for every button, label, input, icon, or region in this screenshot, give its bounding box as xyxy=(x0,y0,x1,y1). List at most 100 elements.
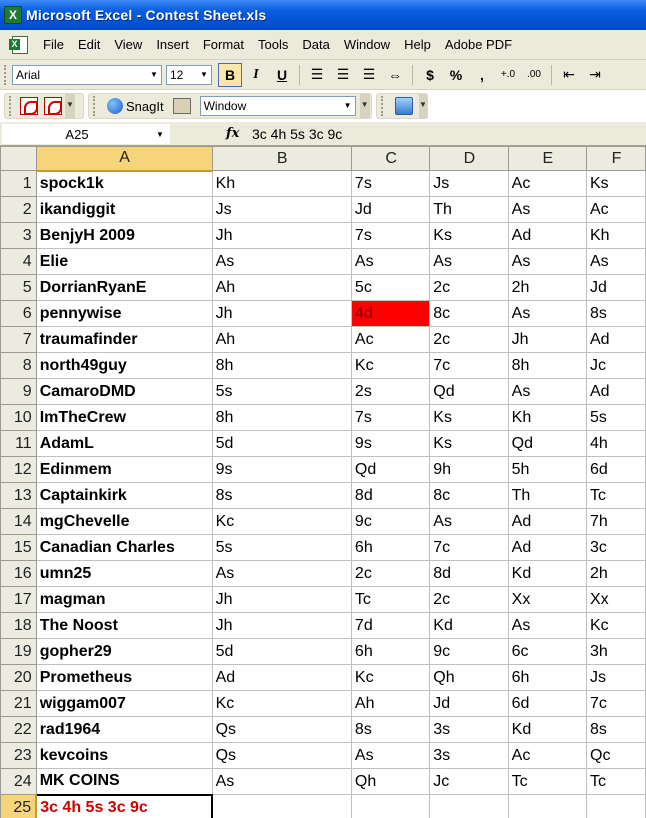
cell-d22[interactable]: 3s xyxy=(429,716,509,743)
cell-f11[interactable]: 4h xyxy=(586,430,646,457)
increase-indent-icon[interactable]: ⇥ xyxy=(583,63,607,87)
cell-c25[interactable] xyxy=(350,794,431,818)
cell-b6[interactable]: Jh xyxy=(211,300,352,327)
column-header-e[interactable]: E xyxy=(507,146,588,171)
cell-e2[interactable]: As xyxy=(507,196,588,223)
cell-d6[interactable]: 8c xyxy=(429,300,509,327)
menu-edit[interactable]: Edit xyxy=(71,34,107,56)
menu-tools[interactable]: Tools xyxy=(251,34,295,56)
cell-b12[interactable]: 9s xyxy=(211,456,352,483)
row-header[interactable]: 19 xyxy=(0,638,37,665)
cell-a16[interactable]: umn25 xyxy=(35,560,213,587)
underline-button[interactable]: U xyxy=(270,63,294,87)
menu-insert[interactable]: Insert xyxy=(149,34,196,56)
cell-f3[interactable]: Kh xyxy=(586,222,646,249)
cell-b3[interactable]: Jh xyxy=(211,222,352,249)
cell-a8[interactable]: north49guy xyxy=(35,352,213,379)
cell-c13[interactable]: 8d xyxy=(350,482,431,509)
row-header[interactable]: 24 xyxy=(0,768,37,795)
cell-a9[interactable]: CamaroDMD xyxy=(35,378,213,405)
cell-e15[interactable]: Ad xyxy=(507,534,588,561)
row-header[interactable]: 15 xyxy=(0,534,37,561)
snagit-icon[interactable] xyxy=(107,98,123,114)
row-header[interactable]: 20 xyxy=(0,664,37,691)
cell-a3[interactable]: BenjyH 2009 xyxy=(35,222,213,249)
cell-e11[interactable]: Qd xyxy=(507,430,588,457)
cell-a22[interactable]: rad1964 xyxy=(35,716,213,743)
toolbar-options-chevron-icon[interactable]: ▼ xyxy=(359,94,370,118)
font-size-combo[interactable]: 12 ▼ xyxy=(166,64,212,85)
network-icon[interactable] xyxy=(394,97,413,115)
cell-c21[interactable]: Ah xyxy=(350,690,431,717)
row-header[interactable]: 5 xyxy=(0,274,37,301)
row-header[interactable]: 22 xyxy=(0,716,37,743)
cell-f6[interactable]: 8s xyxy=(586,300,646,327)
cell-e22[interactable]: Kd xyxy=(507,716,588,743)
cell-c6[interactable]: 4d xyxy=(350,300,431,327)
toolbar-grip[interactable] xyxy=(93,96,97,116)
cell-d19[interactable]: 9c xyxy=(429,638,509,665)
cell-d18[interactable]: Kd xyxy=(429,612,509,639)
cell-c1[interactable]: 7s xyxy=(350,170,431,197)
cell-a4[interactable]: Elie xyxy=(35,248,213,275)
cell-b21[interactable]: Kc xyxy=(211,690,352,717)
cell-e23[interactable]: Ac xyxy=(507,742,588,769)
percent-button[interactable]: % xyxy=(444,63,468,87)
toolbar-grip[interactable] xyxy=(4,64,8,85)
cell-b1[interactable]: Kh xyxy=(211,170,352,197)
row-header[interactable]: 10 xyxy=(0,404,37,431)
cell-b8[interactable]: 8h xyxy=(211,352,352,379)
row-header[interactable]: 17 xyxy=(0,586,37,613)
cell-a5[interactable]: DorrianRyanE xyxy=(35,274,213,301)
cell-f13[interactable]: Tc xyxy=(586,482,646,509)
row-header[interactable]: 8 xyxy=(0,352,37,379)
cell-b7[interactable]: Ah xyxy=(211,326,352,353)
cell-f25[interactable] xyxy=(586,794,646,818)
cell-d12[interactable]: 9h xyxy=(429,456,509,483)
cell-c8[interactable]: Kc xyxy=(350,352,431,379)
decrease-decimal-icon[interactable]: .00 xyxy=(522,63,546,87)
cell-c18[interactable]: 7d xyxy=(350,612,431,639)
convert-and-email-pdf-icon[interactable] xyxy=(44,97,62,115)
cell-c5[interactable]: 5c xyxy=(350,274,431,301)
cell-e7[interactable]: Jh xyxy=(507,326,588,353)
cell-a7[interactable]: traumafinder xyxy=(35,326,213,353)
cell-e6[interactable]: As xyxy=(507,300,588,327)
align-center-icon[interactable]: ☰ xyxy=(331,63,355,87)
cell-b13[interactable]: 8s xyxy=(211,482,352,509)
cell-e12[interactable]: 5h xyxy=(507,456,588,483)
capture-icon[interactable] xyxy=(172,98,191,114)
cell-b15[interactable]: 5s xyxy=(211,534,352,561)
cell-b4[interactable]: As xyxy=(211,248,352,275)
cell-d3[interactable]: Ks xyxy=(429,222,509,249)
cell-d21[interactable]: Jd xyxy=(429,690,509,717)
cell-f14[interactable]: 7h xyxy=(586,508,646,535)
cell-b9[interactable]: 5s xyxy=(211,378,352,405)
capture-profile-combo[interactable]: Window ▼ xyxy=(199,96,356,116)
cell-a2[interactable]: ikandiggit xyxy=(35,196,213,223)
cell-e25[interactable] xyxy=(507,794,588,818)
cell-d23[interactable]: 3s xyxy=(429,742,509,769)
cell-a24[interactable]: MK COINS xyxy=(35,768,213,795)
cell-d8[interactable]: 7c xyxy=(429,352,509,379)
cell-f7[interactable]: Ad xyxy=(586,326,646,353)
align-left-icon[interactable]: ☰ xyxy=(305,63,329,87)
cell-e24[interactable]: Tc xyxy=(507,768,588,795)
select-all-corner[interactable] xyxy=(0,146,37,171)
row-header[interactable]: 13 xyxy=(0,482,37,509)
cell-a13[interactable]: Captainkirk xyxy=(35,482,213,509)
row-header[interactable]: 3 xyxy=(0,222,37,249)
cell-d24[interactable]: Jc xyxy=(429,768,509,795)
toolbar-options-chevron-icon[interactable]: ▼ xyxy=(65,94,75,118)
cell-f19[interactable]: 3h xyxy=(586,638,646,665)
cell-f16[interactable]: 2h xyxy=(586,560,646,587)
decrease-indent-icon[interactable]: ⇤ xyxy=(557,63,581,87)
align-right-icon[interactable]: ☰ xyxy=(357,63,381,87)
row-header[interactable]: 16 xyxy=(0,560,37,587)
cell-a12[interactable]: Edinmem xyxy=(35,456,213,483)
cell-b25[interactable] xyxy=(211,794,352,818)
cell-a14[interactable]: mgChevelle xyxy=(35,508,213,535)
cell-c7[interactable]: Ac xyxy=(350,326,431,353)
cell-f5[interactable]: Jd xyxy=(586,274,646,301)
column-header-c[interactable]: C xyxy=(350,146,431,171)
